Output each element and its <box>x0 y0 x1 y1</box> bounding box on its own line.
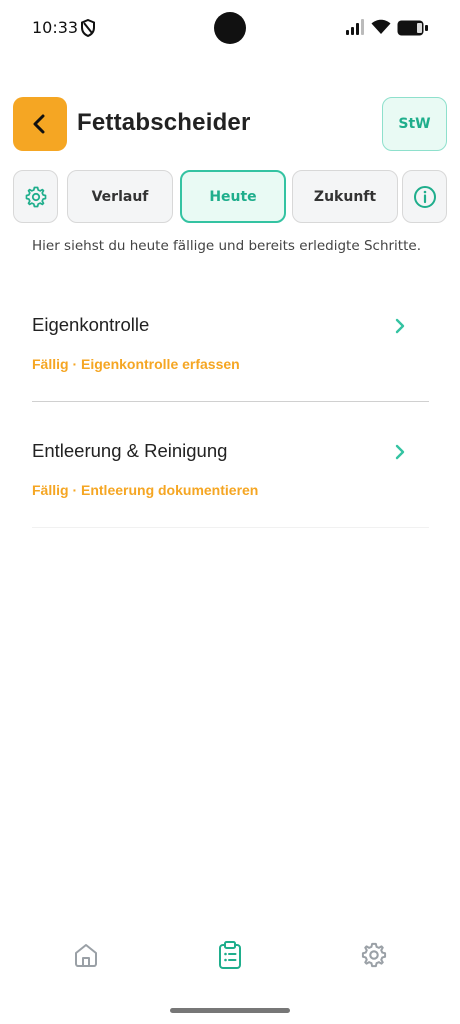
task-title: Eigenkontrolle <box>32 314 150 335</box>
task-title: Entleerung & Reinigung <box>32 440 228 461</box>
nav-tasks[interactable] <box>205 930 255 980</box>
tab-zukunft[interactable]: Zukunft <box>292 170 398 223</box>
nav-home[interactable] <box>61 930 111 980</box>
nav-settings[interactable] <box>349 930 399 980</box>
user-badge-button[interactable]: StW <box>382 97 447 151</box>
home-icon <box>75 944 97 967</box>
battery-icon <box>397 20 428 36</box>
chevron-right-icon <box>395 318 405 334</box>
gear-icon <box>361 942 387 968</box>
task-item-entleerung[interactable]: Entleerung & Reinigung Fällig · Entleeru… <box>32 434 429 528</box>
info-button[interactable] <box>402 170 447 223</box>
task-item-eigenkontrolle[interactable]: Eigenkontrolle Fällig · Eigenkontrolle e… <box>32 308 429 402</box>
home-indicator[interactable] <box>170 1008 290 1013</box>
page-title: Fettabscheider <box>77 109 251 136</box>
tab-bar: Verlauf Heute Zukunft <box>13 170 447 223</box>
tab-heute[interactable]: Heute <box>180 170 286 223</box>
settings-tab-button[interactable] <box>13 170 58 223</box>
camera-cutout <box>214 12 246 44</box>
info-icon <box>413 185 436 208</box>
tab-verlauf[interactable]: Verlauf <box>67 170 173 223</box>
wifi-icon <box>371 19 391 34</box>
bottom-nav <box>0 930 460 980</box>
clipboard-list-icon <box>219 941 241 969</box>
task-status: Fällig · Entleerung dokumentieren <box>32 482 259 498</box>
back-button[interactable] <box>13 97 67 151</box>
status-bar: 10:33 <box>0 0 460 56</box>
header: Fettabscheider StW <box>13 97 447 151</box>
signal-icon <box>346 19 364 35</box>
hint-text: Hier siehst du heute fällige und bereits… <box>32 238 421 254</box>
task-status: Fällig · Eigenkontrolle erfassen <box>32 356 240 372</box>
chevron-right-icon <box>395 444 405 460</box>
shield-icon <box>81 19 95 37</box>
status-time: 10:33 <box>32 18 79 37</box>
gear-icon <box>25 186 46 207</box>
chevron-left-icon <box>33 114 45 134</box>
